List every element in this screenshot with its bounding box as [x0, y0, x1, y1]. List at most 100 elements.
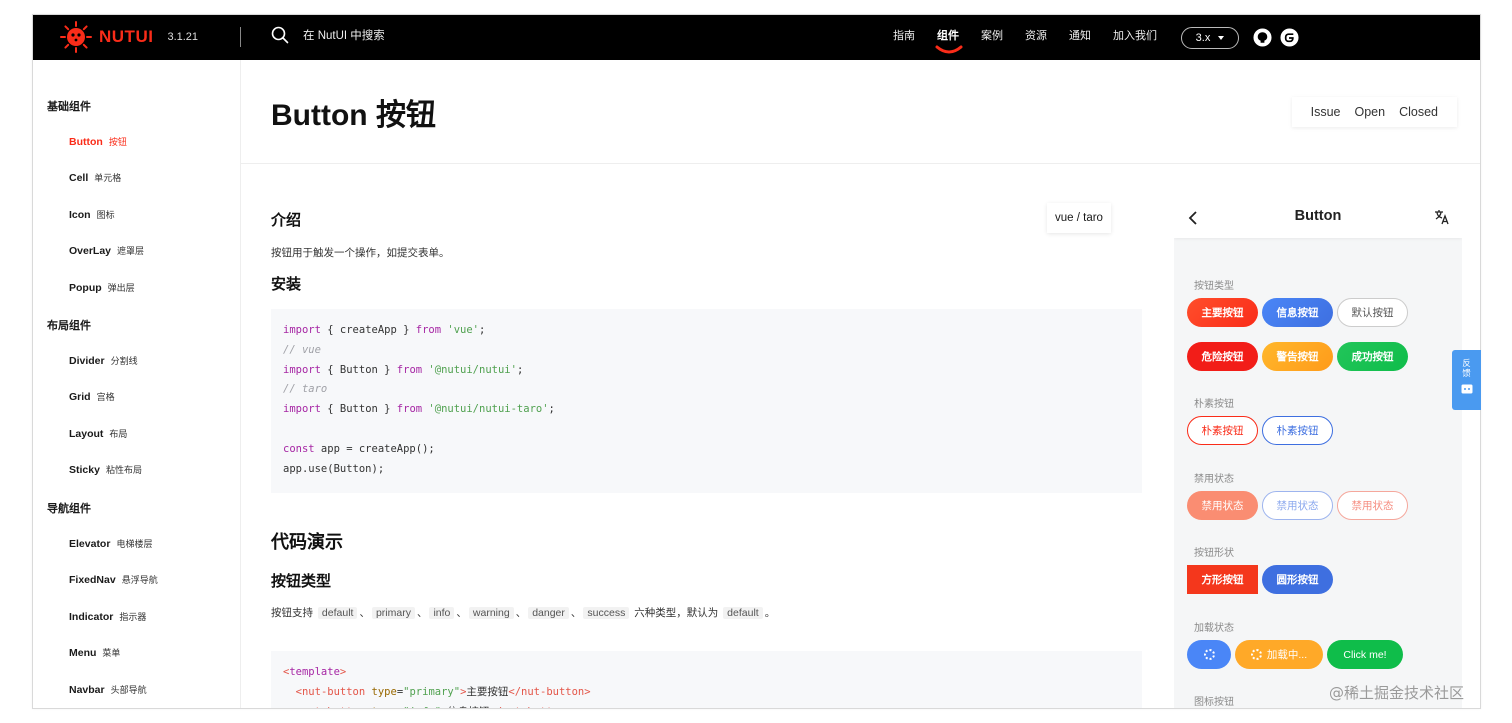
sidebar-item-label: Navbar: [69, 684, 105, 696]
click-me-button[interactable]: Click me!: [1327, 640, 1403, 669]
brand-logo[interactable]: NUTUI 3.1.21: [59, 19, 198, 55]
section-label: 图标按钮: [1194, 697, 1234, 708]
square-button[interactable]: 方形按钮: [1187, 565, 1258, 594]
sidebar-item-cn: 粘性布局: [105, 465, 142, 475]
sidebar-item-cn: 单元格: [94, 173, 122, 183]
sidebar-item-label: Menu: [69, 647, 97, 659]
sidebar-item-cn: 指示器: [119, 612, 147, 622]
sidebar-item-navbar[interactable]: Navbar 头部导航: [69, 683, 147, 696]
version-select[interactable]: 3.x: [1181, 26, 1239, 49]
sidebar-item-cn: 遮罩层: [117, 246, 145, 256]
sidebar-item-label: FixedNav: [69, 574, 116, 586]
sidebar-item-label: Elevator: [69, 538, 111, 550]
sidebar-item-cell[interactable]: Cell 单元格: [69, 171, 121, 184]
sidebar-item-indicator[interactable]: Indicator 指示器: [69, 610, 146, 623]
mobile-preview: Button 按钮类型 主要按钮 信息按钮 默认按钮 危险按钮 警告按钮 成功按…: [1174, 198, 1462, 708]
chat-icon: [1461, 384, 1472, 394]
sidebar-item-label: Layout: [69, 428, 104, 440]
disabled-primary-button: 禁用状态: [1187, 491, 1258, 520]
section-label: 按钮类型: [1194, 281, 1234, 292]
primary-button[interactable]: 主要按钮: [1187, 298, 1258, 327]
warning-button[interactable]: 警告按钮: [1262, 342, 1333, 371]
disabled-plain-button: 禁用状态: [1337, 491, 1408, 520]
active-nav-indicator: [935, 45, 963, 54]
open-issues-link[interactable]: Open: [1354, 105, 1385, 119]
version-select-value: 3.x: [1195, 31, 1211, 44]
nav-notice[interactable]: 通知: [1069, 15, 1091, 60]
type-text-end: 。: [764, 607, 776, 619]
sidebar-item-label: Cell: [69, 172, 89, 184]
code-line: <nut-button type="primary">主要按钮</nut-but…: [295, 685, 591, 698]
intro-text: 按钮用于触发一个操作，如提交表单。: [271, 247, 450, 259]
inline-code: default: [317, 607, 358, 619]
code-line: // taro: [283, 383, 328, 396]
doc-title-area: Button 按钮 Issue Open Closed: [241, 60, 1480, 164]
sidebar-item-layout[interactable]: Layout 布局: [69, 427, 127, 440]
sidebar-item-overlay[interactable]: OverLay 遮罩层: [69, 244, 144, 257]
plain-primary-button[interactable]: 朴素按钮: [1187, 416, 1258, 445]
header-divider: [240, 27, 241, 47]
sidebar-item-cn: 悬浮导航: [121, 575, 158, 585]
feedback-char: 反: [1462, 358, 1471, 368]
loading-text-button[interactable]: 加载中...: [1235, 640, 1323, 669]
sidebar-item-icon[interactable]: Icon 图标: [69, 208, 115, 221]
section-label: 禁用状态: [1194, 474, 1234, 485]
button-type-description: 按钮支持 default、 primary、 info、 warning、 danger…: [271, 607, 776, 619]
platform-toggle[interactable]: vue / taro: [1047, 203, 1111, 233]
sidebar-item-popup[interactable]: Popup 弹出层: [69, 281, 135, 294]
sidebar-item-grid[interactable]: Grid 宫格: [69, 390, 115, 403]
preview-header: Button: [1174, 198, 1462, 238]
sidebar-item-divider[interactable]: Divider 分割线: [69, 354, 138, 367]
plain-info-button[interactable]: 朴素按钮: [1262, 416, 1333, 445]
success-button[interactable]: 成功按钮: [1337, 342, 1408, 371]
danger-button[interactable]: 危险按钮: [1187, 342, 1258, 371]
translate-icon[interactable]: [1434, 209, 1450, 225]
sidebar-item-cn: 布局: [109, 429, 128, 439]
sidebar-item-elevator[interactable]: Elevator 电梯楼层: [69, 537, 152, 550]
default-button[interactable]: 默认按钮: [1337, 298, 1408, 327]
search-box[interactable]: 在 NutUI 中搜索: [271, 26, 385, 44]
search-placeholder: 在 NutUI 中搜索: [303, 30, 385, 42]
closed-issues-link[interactable]: Closed: [1399, 105, 1438, 119]
round-button[interactable]: 圆形按钮: [1262, 565, 1333, 594]
info-button[interactable]: 信息按钮: [1262, 298, 1333, 327]
feedback-tab[interactable]: 反 馈: [1452, 350, 1481, 410]
nav-resources[interactable]: 资源: [1025, 15, 1047, 60]
sidebar-item-sticky[interactable]: Sticky 粘性布局: [69, 463, 142, 476]
sidebar-item-cn: 图标: [96, 210, 115, 220]
loading-button[interactable]: [1187, 640, 1231, 669]
nav-guide[interactable]: 指南: [893, 15, 915, 60]
chevron-down-icon: [1218, 35, 1225, 40]
type-text-mid: 六种类型，默认为: [634, 607, 719, 619]
sidebar-group-basic: 基础组件: [47, 101, 91, 113]
sidebar-group-nav: 导航组件: [47, 503, 91, 515]
sidebar-item-label: Popup: [69, 282, 102, 294]
sidebar-item-fixednav[interactable]: FixedNav 悬浮导航: [69, 573, 158, 586]
nav-join-us[interactable]: 加入我们: [1113, 15, 1157, 60]
loading-label: 加载中...: [1266, 649, 1308, 661]
sidebar-item-label: Button: [69, 136, 103, 148]
nav-components[interactable]: 组件: [935, 15, 963, 60]
issue-link[interactable]: Issue: [1311, 105, 1341, 119]
nav-cases[interactable]: 案例: [981, 15, 1003, 60]
sidebar: 基础组件 Button 按钮 Cell 单元格 Icon 图标 OverLay 遮罩层 …: [33, 60, 241, 708]
preview-title: Button: [1294, 208, 1342, 224]
code-line: import { createApp } from 'vue';: [283, 324, 486, 336]
sidebar-item-label: OverLay: [69, 245, 112, 257]
code-line: import { Button } from '@nutui/nutui-tar…: [283, 403, 555, 416]
sidebar-item-label: Grid: [69, 391, 91, 403]
github-icon[interactable]: [1253, 28, 1272, 47]
inline-code: danger: [528, 607, 569, 619]
sidebar-item-menu[interactable]: Menu 菜单: [69, 646, 120, 659]
sidebar-item-cn: 头部导航: [110, 685, 147, 695]
sidebar-item-label: Sticky: [69, 464, 100, 476]
sidebar-item-label: Icon: [69, 209, 91, 221]
gitee-icon[interactable]: [1280, 28, 1299, 47]
sidebar-item-button[interactable]: Button 按钮: [69, 135, 127, 148]
sidebar-item-label: Divider: [69, 355, 105, 367]
code-line: const app = createApp();: [283, 442, 435, 455]
nav-components-label: 组件: [937, 30, 959, 42]
loading-spinner-icon: [1203, 649, 1215, 660]
section-label: 按钮形状: [1194, 548, 1234, 559]
